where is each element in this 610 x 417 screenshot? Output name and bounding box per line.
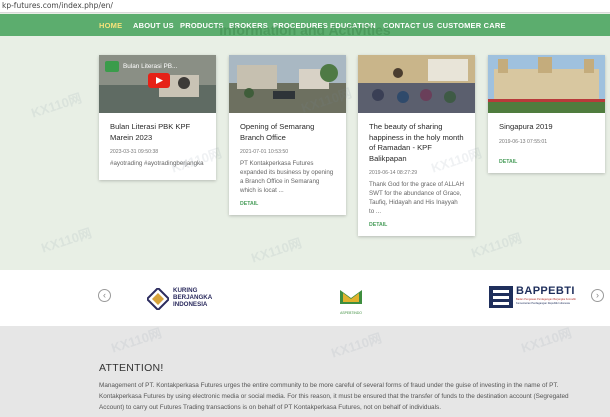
building-photo <box>488 55 605 113</box>
bappebti-subtitle: Badan Pengawas Perdagangan Berjangka Kom… <box>516 298 576 301</box>
news-card-4[interactable]: Singapura 2019 2019-06-13 07:55:01 DETAI… <box>488 55 605 173</box>
bappebti-subtitle-2: Kementerian Perdagangan Republik Indones… <box>516 302 570 305</box>
aspebtindo-logo-mark <box>340 290 362 304</box>
card-image <box>229 55 346 113</box>
bappebti-title: BAPPEBTI <box>516 285 575 297</box>
attention-title: ATTENTION! <box>99 362 164 374</box>
kuring-logo-mark <box>147 288 169 310</box>
card-date: 2023-03-31 09:50:38 <box>110 149 159 155</box>
card-title[interactable]: The beauty of sharing happiness in the h… <box>369 122 464 164</box>
kuring-line3: INDONESIA <box>173 301 208 308</box>
card-body: #ayotrading #ayotradingberjangka <box>110 160 204 167</box>
news-card-1[interactable]: Bulan Literasi PB... Bulan Literasi PBK … <box>99 55 216 180</box>
news-card-2[interactable]: Opening of Semarang Branch Office 2021-0… <box>229 55 346 215</box>
address-bar[interactable]: kp-futures.com/index.php/en/ <box>0 0 610 13</box>
card-title[interactable]: Singapura 2019 <box>499 122 594 133</box>
card-date: 2021-07-01 10:53:50 <box>240 149 289 155</box>
news-card-3[interactable]: The beauty of sharing happiness in the h… <box>358 55 475 236</box>
partner-logo-aspebtindo[interactable]: ASPEBTINDO <box>338 284 366 315</box>
card-title[interactable]: Opening of Semarang Branch Office <box>240 122 335 143</box>
bappebti-logo-mark <box>489 286 513 308</box>
card-body: Thank God for the grace of ALLAH SWT for… <box>369 181 464 215</box>
card-image <box>488 55 605 113</box>
event-photo <box>358 55 475 113</box>
partner-logo-bappebti[interactable]: BAPPEBTI Badan Pengawas Perdagangan Berj… <box>489 285 587 311</box>
aspebtindo-caption: ASPEBTINDO <box>340 311 362 315</box>
partner-logo-kuring[interactable]: KURING BERJANGKA INDONESIA <box>147 286 217 312</box>
card-title[interactable]: Bulan Literasi PBK KPF Marein 2023 <box>110 122 205 143</box>
card-image <box>358 55 475 113</box>
kuring-line2: BERJANGKA <box>173 294 213 301</box>
url-text[interactable]: kp-futures.com/index.php/en/ <box>2 1 113 10</box>
attention-text: Management of PT. Kontakperkasa Futures … <box>99 382 569 411</box>
card-body: PT Kontakperkasa Futures expanded its bu… <box>240 160 334 194</box>
chevron-left-icon: ‹ <box>103 290 106 300</box>
chevron-right-icon: › <box>596 290 599 300</box>
carousel-prev-button[interactable]: ‹ <box>98 289 111 302</box>
detail-link[interactable]: DETAIL <box>240 201 335 215</box>
detail-link[interactable]: DETAIL <box>499 159 594 173</box>
card-date: 2019-06-13 07:55:01 <box>499 138 548 145</box>
video-caption: Bulan Literasi PB... <box>123 63 178 70</box>
detail-link[interactable]: DETAIL <box>369 222 464 236</box>
carousel-next-button[interactable]: › <box>591 289 604 302</box>
street-photo <box>229 55 346 113</box>
video-thumbnail[interactable]: Bulan Literasi PB... <box>99 55 216 113</box>
kuring-line1: KURING <box>173 287 198 294</box>
section-title: Information and Activities <box>219 22 391 38</box>
card-date: 2019-06-14 08:27:29 <box>369 170 418 176</box>
